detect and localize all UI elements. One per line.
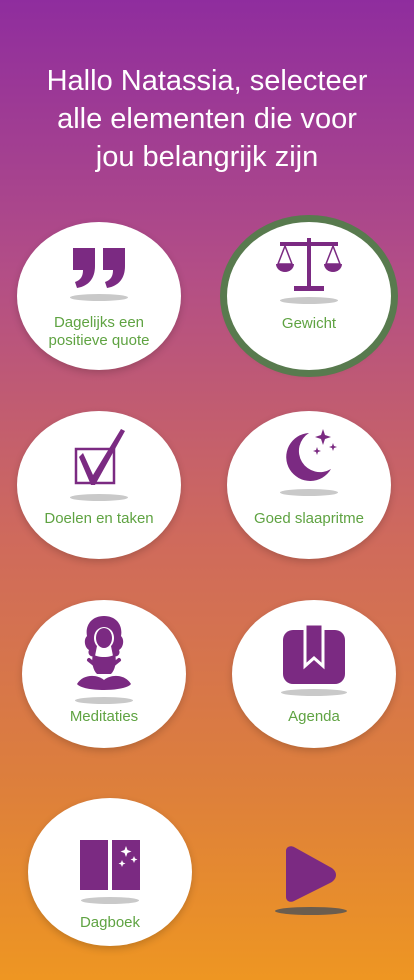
option-meditation[interactable]: Meditaties: [22, 600, 186, 748]
title-line-3: jou belangrijk zijn: [95, 141, 319, 173]
icon-shadow: [280, 489, 338, 496]
title-line-1: Hallo Natassia, selecteer: [46, 65, 368, 97]
icon-shadow: [281, 689, 347, 696]
option-label: Agenda: [288, 708, 340, 725]
icon-shadow: [70, 494, 128, 501]
bookmark-icon: [283, 622, 345, 684]
next-button[interactable]: [272, 845, 350, 917]
icon-shadow: [81, 897, 139, 904]
icon-shadow: [280, 297, 338, 304]
option-label: Gewicht: [281, 315, 337, 332]
play-icon: [275, 846, 347, 915]
option-label: Goed slaapritme: [253, 510, 365, 527]
option-label: Dagelijks een positieve quote: [48, 314, 150, 349]
icon-shadow: [75, 697, 133, 704]
option-label: Doelen en taken: [44, 510, 154, 527]
icon-shadow: [70, 294, 128, 301]
option-sleep[interactable]: Goed slaapritme: [227, 411, 391, 559]
page-title: Hallo Natassia, selecteer alle elementen…: [0, 62, 414, 176]
quote-icon: [73, 248, 125, 288]
option-agenda[interactable]: Agenda: [232, 600, 396, 748]
scale-icon: [276, 238, 342, 291]
moon-stars-icon: [286, 429, 337, 481]
option-quote[interactable]: Dagelijks een positieve quote: [17, 222, 181, 370]
diary-book-icon: [80, 840, 140, 890]
checkbox-icon: [74, 429, 125, 485]
option-diary[interactable]: Dagboek: [28, 798, 192, 946]
option-label: Dagboek: [79, 914, 141, 931]
title-line-2: alle elementen die voor: [57, 103, 357, 135]
option-goals[interactable]: Doelen en taken: [17, 411, 181, 559]
option-label: Meditaties: [69, 708, 139, 725]
option-weight[interactable]: Gewicht: [227, 222, 391, 370]
meditation-icon: [77, 616, 131, 690]
